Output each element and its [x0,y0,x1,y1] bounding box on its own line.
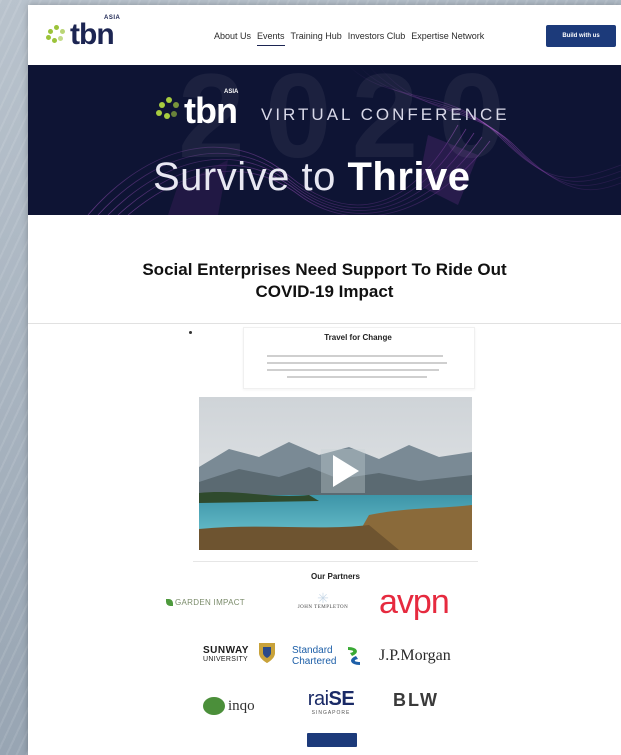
logo-dots-icon [46,25,68,45]
travel-for-change-title: Travel for Change [324,333,392,342]
jpmorgan-logo: J.P.Morgan [379,647,451,664]
tbn-logo[interactable]: ASIA tbn [46,15,136,53]
john-templeton-logo: ✳ JOHN TEMPLETON [288,591,358,621]
nav-about-us[interactable]: About Us [214,31,251,46]
main-nav: About Us Events Training Hub Investors C… [214,31,484,46]
banner-logo-dots-icon [156,97,182,123]
build-with-us-button[interactable]: Build with us [546,25,616,47]
play-button[interactable] [315,443,371,499]
raise-prefix: rai [307,688,329,710]
play-icon [321,449,365,493]
raise-text: raiSE [296,688,366,710]
nav-events[interactable]: Events [257,31,285,46]
inqo-text: inqo [228,697,255,714]
nav-expertise-network[interactable]: Expertise Network [411,31,484,46]
text-line [287,376,427,378]
website-page: ASIA tbn About Us Events Training Hub In… [28,5,621,755]
article-headline: Social Enterprises Need Support To Ride … [68,259,581,303]
raise-singapore-text: SINGAPORE [311,710,351,716]
leaf-icon [166,599,173,607]
logo-text: tbn [70,18,115,51]
headline-line-2: COVID-19 Impact [255,282,394,301]
site-header: ASIA tbn About Us Events Training Hub In… [28,5,621,65]
banner-title-light: Survive to [153,155,336,199]
partners-divider [193,561,478,562]
sunway-university-logo: SUNWAY UNIVERSITY [203,643,283,663]
nav-training-hub[interactable]: Training Hub [291,31,342,46]
headline-line-1: Social Enterprises Need Support To Ride … [142,260,507,279]
text-line [267,369,439,371]
blw-logo: BLW [393,690,473,711]
text-line [267,355,443,357]
avpn-logo: avpn [379,583,450,621]
conference-banner: 2020 ASIA tbn VIRTUAL CONFERENCE Survive… [28,65,621,215]
inqo-logo: inqo [203,697,293,715]
text-line [267,362,447,364]
banner-subtitle: VIRTUAL CONFERENCE [261,105,510,124]
our-partners-title: Our Partners [311,572,360,581]
bullet-dot [189,331,192,334]
garden-impact-text: GARDEN IMPACT [175,598,245,607]
banner-title-bold: Thrive [347,155,471,199]
crest-icon [259,643,275,663]
star-burst-icon: ✳ [317,590,329,606]
banner-tbn-logo: ASIA tbn [156,89,256,131]
john-templeton-text: JOHN TEMPLETON [297,605,349,610]
raise-logo: raiSE SINGAPORE [296,688,366,716]
embedded-page-preview: Travel for Change Our Partners GARDEN IM… [166,327,478,755]
nav-investors-club[interactable]: Investors Club [348,31,406,46]
banner-logo-text: tbn [184,90,238,131]
standard-chartered-logo: Standard Chartered [292,645,372,667]
banner-title: Survive to Thrive [153,155,471,200]
garden-impact-logo: GARDEN IMPACT [166,598,266,607]
blw-text: BLW [393,690,439,710]
see-more-partners-button[interactable] [307,733,357,747]
section-divider [28,323,621,324]
standard-chartered-mark-icon [348,647,360,665]
inqo-blob-icon [203,697,225,715]
video-player[interactable] [199,397,472,550]
raise-bold: SE [328,688,355,710]
